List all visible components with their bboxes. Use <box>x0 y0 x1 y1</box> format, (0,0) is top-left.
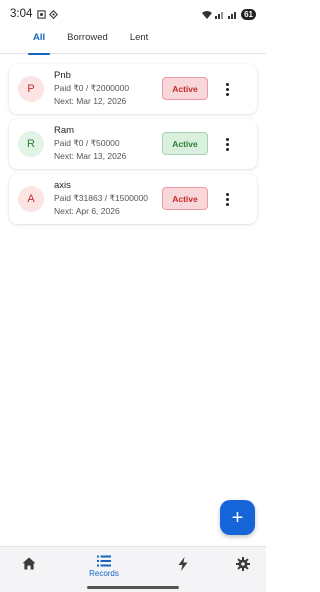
gesture-bar <box>87 586 179 589</box>
record-name: axis <box>54 180 71 191</box>
nav-records[interactable]: Records <box>79 547 129 587</box>
more-options-icon[interactable] <box>221 79 233 99</box>
plus-icon: + <box>231 506 244 529</box>
status-notification-icons <box>37 9 59 19</box>
bolt-icon <box>178 557 188 571</box>
tab-lent[interactable]: Lent <box>130 28 149 54</box>
tab-borrowed[interactable]: Borrowed <box>67 28 108 54</box>
home-icon <box>22 557 36 570</box>
status-bar: 3:04 61 <box>0 0 266 28</box>
more-options-icon[interactable] <box>221 189 233 209</box>
record-card[interactable]: A axis Paid ₹31863 / ₹1500000 Next: Apr … <box>9 174 257 224</box>
record-details: axis Paid ₹31863 / ₹1500000 Next: Apr 6,… <box>54 179 148 218</box>
record-details: Pnb Paid ₹0 / ₹2000000 Next: Mar 12, 202… <box>54 69 129 108</box>
avatar: P <box>18 76 44 102</box>
add-record-button[interactable]: + <box>220 500 255 535</box>
record-next-date: Next: Mar 12, 2026 <box>54 96 127 106</box>
nav-settings[interactable] <box>218 547 268 587</box>
avatar: R <box>18 131 44 157</box>
status-system-icons: 61 <box>202 8 256 20</box>
record-paid: Paid ₹31863 / ₹1500000 <box>54 193 149 203</box>
record-next-date: Next: Apr 6, 2026 <box>54 206 120 216</box>
record-paid: Paid ₹0 / ₹50000 <box>54 138 120 148</box>
record-name: Pnb <box>54 70 71 81</box>
battery-icon: 61 <box>241 8 256 20</box>
nav-records-label: Records <box>89 569 119 578</box>
gear-icon <box>236 557 250 571</box>
signal-icon-2 <box>228 11 237 19</box>
status-badge: Active <box>162 187 208 210</box>
location-icon <box>49 9 59 19</box>
screenshot-icon <box>37 9 47 19</box>
record-name: Ram <box>54 125 75 136</box>
record-card[interactable]: P Pnb Paid ₹0 / ₹2000000 Next: Mar 12, 2… <box>9 64 257 114</box>
list-icon <box>97 555 111 567</box>
tab-all[interactable]: All <box>27 28 51 55</box>
status-time: 3:04 <box>10 8 33 20</box>
nav-home[interactable] <box>4 547 54 587</box>
avatar: A <box>18 186 44 212</box>
nav-bolt[interactable] <box>159 547 209 587</box>
record-next-date: Next: Mar 13, 2026 <box>54 151 127 161</box>
record-paid: Paid ₹0 / ₹2000000 <box>54 83 130 93</box>
record-card[interactable]: R Ram Paid ₹0 / ₹50000 Next: Mar 13, 202… <box>9 119 257 169</box>
record-details: Ram Paid ₹0 / ₹50000 Next: Mar 13, 2026 <box>54 124 126 163</box>
wifi-icon <box>202 10 213 19</box>
status-badge: Active <box>162 77 208 100</box>
signal-icon <box>215 11 224 19</box>
more-options-icon[interactable] <box>221 134 233 154</box>
tab-bar: All Borrowed Lent <box>0 28 266 55</box>
status-badge: Active <box>162 132 208 155</box>
bottom-nav: Records <box>0 546 266 592</box>
